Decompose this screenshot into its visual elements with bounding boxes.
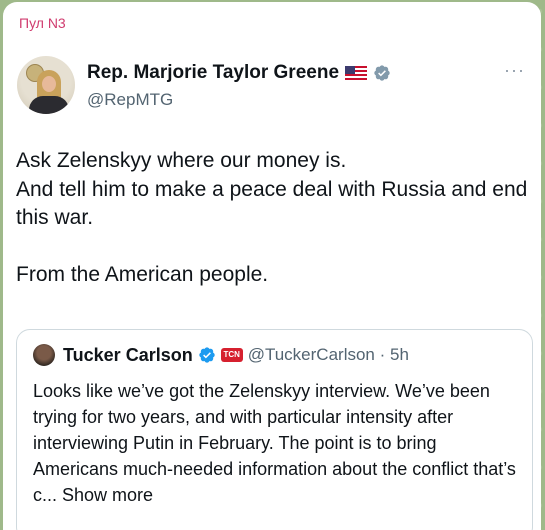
quoted-author-name[interactable]: Tucker Carlson <box>63 345 193 366</box>
quoted-text: Looks like we’ve got the Zelenskyy inter… <box>33 381 516 505</box>
verified-check-icon <box>199 347 215 363</box>
quoted-tweet-header: Tucker Carlson TCN @TuckerCarlson · 5h <box>33 344 409 366</box>
quoted-handle-time[interactable]: @TuckerCarlson · 5h <box>248 345 409 365</box>
avatar[interactable] <box>17 56 75 114</box>
us-flag-icon <box>345 66 368 80</box>
author-name-row[interactable]: Rep. Marjorie Taylor Greene <box>87 62 391 84</box>
channel-name[interactable]: Пул N3 <box>19 15 66 31</box>
tweet-line: And tell him to make a peace deal with R… <box>16 177 528 230</box>
more-dots-icon[interactable]: ··· <box>504 60 525 81</box>
government-verified-icon <box>374 65 390 81</box>
tweet-text: Ask Zelenskyy where our money is. And te… <box>16 147 531 290</box>
author-name[interactable]: Rep. Marjorie Taylor Greene <box>87 62 339 84</box>
quoted-tweet[interactable]: Tucker Carlson TCN @TuckerCarlson · 5h L… <box>16 329 533 530</box>
quoted-avatar[interactable] <box>33 344 55 366</box>
message-bubble: Пул N3 Rep. Marjorie Taylor Greene @RepM… <box>3 2 541 530</box>
tweet-embed[interactable]: Rep. Marjorie Taylor Greene @RepMTG ··· … <box>3 42 541 530</box>
affiliate-badge: TCN <box>220 348 243 362</box>
tweet-line: From the American people. <box>16 263 269 286</box>
author-handle[interactable]: @RepMTG <box>87 90 173 110</box>
tweet-line: Ask Zelenskyy where our money is. <box>16 149 347 172</box>
